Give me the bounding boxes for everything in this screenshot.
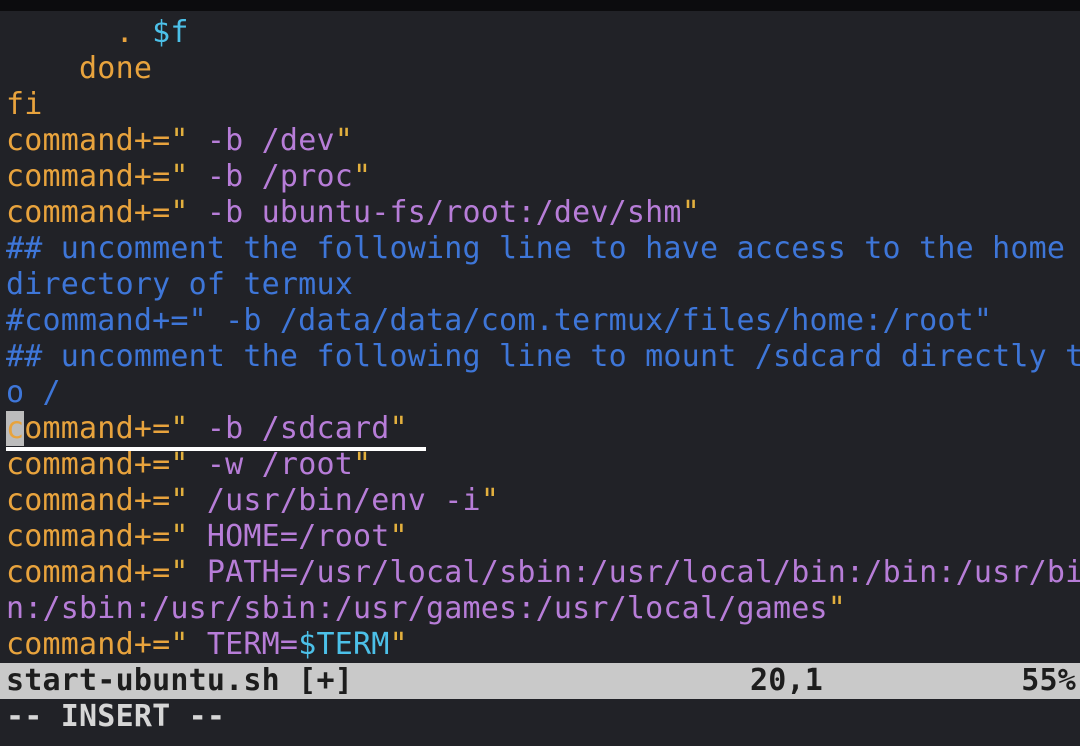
buffer-line[interactable]: ## uncomment the following line to mount… [6,339,1080,375]
code-segment: command+= [6,195,170,230]
code-segment: " [170,123,188,158]
code-segment: directory of termux [6,267,353,302]
code-segment: command+= [6,627,170,662]
code-segment: -b /dev [189,123,335,158]
code-segment: " [353,159,371,194]
code-segment: HOME=/root [189,519,390,554]
code-segment: " [170,447,188,482]
buffer-line[interactable]: command+=" -w /root" [6,447,1080,483]
code-segment: -b /sdcard [189,411,390,446]
vim-statusline: start-ubuntu.sh [+] 20,1 55% [0,663,1080,699]
code-segment: " [481,483,499,518]
code-segment: -b ubuntu-fs/root:/dev/shm [189,195,682,230]
terminal-screen: . $f doneficommand+=" -b /dev"command+="… [0,0,1080,746]
code-segment: #command+=" -b /data/data/com.termux/fil… [6,303,992,338]
code-segment: " [170,483,188,518]
buffer-line[interactable]: #command+=" -b /data/data/com.termux/fil… [6,303,1080,339]
code-segment: " [390,627,408,662]
code-segment: " [390,411,408,446]
code-segment: ommand+= [24,411,170,446]
cursor-block: c [6,411,24,446]
buffer-line[interactable]: n:/sbin:/usr/sbin:/usr/games:/usr/local/… [6,591,1080,627]
code-segment: command+= [6,519,170,554]
statusline-filename: start-ubuntu.sh [+] [6,663,353,699]
code-segment: " [682,195,700,230]
buffer-line[interactable]: command+=" -b /proc" [6,159,1080,195]
code-segment: command+= [6,483,170,518]
buffer-line[interactable]: directory of termux [6,267,1080,303]
code-segment: " [170,627,188,662]
buffer-line[interactable]: fi [6,87,1080,123]
code-segment: " [828,591,846,626]
vim-buffer[interactable]: . $f doneficommand+=" -b /dev"command+="… [0,11,1080,663]
buffer-line[interactable]: command+=" TERM=$TERM" [6,627,1080,663]
buffer-line[interactable]: ## uncomment the following line to have … [6,231,1080,267]
code-segment: n:/sbin:/usr/sbin:/usr/games:/usr/local/… [6,591,828,626]
code-segment: fi [6,87,43,122]
code-segment: command+= [6,447,170,482]
code-segment: TERM= [189,627,299,662]
cursor-position: 20,1 [750,663,823,699]
code-segment: done [6,51,152,86]
buffer-line[interactable]: command+=" /usr/bin/env -i" [6,483,1080,519]
code-segment: " [353,447,371,482]
code-segment: -b /proc [189,159,353,194]
code-segment: " [170,411,188,446]
code-segment: o / [6,375,61,410]
code-segment: /usr/bin/env -i [189,483,481,518]
buffer-line[interactable]: . $f [6,15,1080,51]
code-segment: ## uncomment the following line to have … [6,231,1065,266]
code-segment: " [170,555,188,590]
code-segment: " [170,519,188,554]
top-strip [0,0,1080,11]
scroll-percentage: 55% [1021,663,1076,699]
buffer-line[interactable]: done [6,51,1080,87]
code-segment: ## uncomment the following line to mount… [6,339,1080,374]
buffer-line[interactable]: command+=" -b /dev" [6,123,1080,159]
code-segment: PATH=/usr/local/sbin:/usr/local/bin:/bin… [189,555,1080,590]
buffer-line[interactable]: command+=" -b ubuntu-fs/root:/dev/shm" [6,195,1080,231]
code-segment: " [390,519,408,554]
code-segment: command+= [6,555,170,590]
buffer-line[interactable]: command+=" -b /sdcard" [6,411,1080,447]
code-segment: . [116,15,134,50]
code-segment: " [335,123,353,158]
code-segment: " [170,159,188,194]
buffer-line[interactable]: command+=" PATH=/usr/local/sbin:/usr/loc… [6,555,1080,591]
code-segment [134,15,152,50]
buffer-line[interactable]: o / [6,375,1080,411]
buffer-line[interactable]: command+=" HOME=/root" [6,519,1080,555]
vim-mode-indicator: -- INSERT -- [0,699,1080,735]
code-segment: command+= [6,123,170,158]
code-segment: -w /root [189,447,353,482]
code-segment [6,15,116,50]
code-segment: command+= [6,159,170,194]
code-segment: " [170,195,188,230]
code-segment: $f [152,15,189,50]
code-segment: $TERM [298,627,389,662]
